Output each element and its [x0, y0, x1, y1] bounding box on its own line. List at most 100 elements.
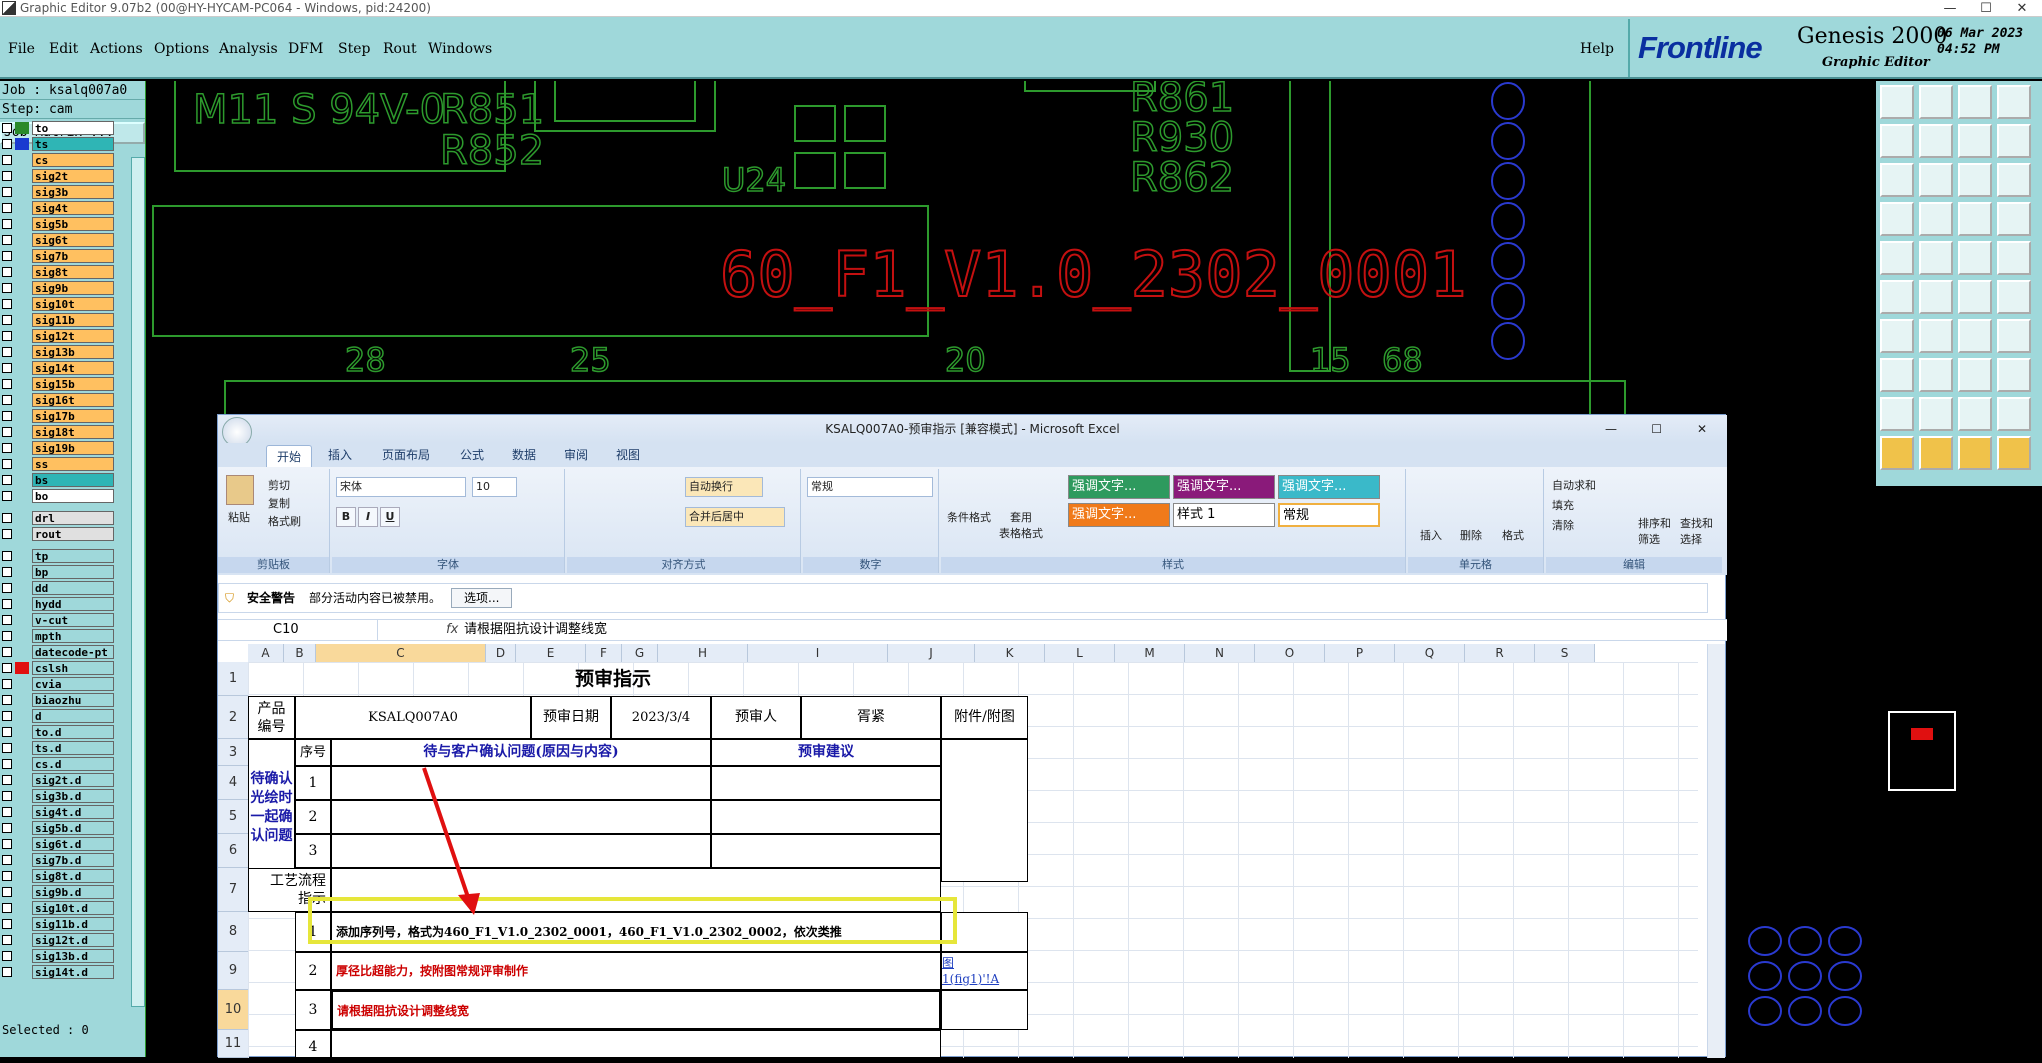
layer-color-swatch[interactable] [15, 758, 29, 770]
tool-button[interactable] [1919, 241, 1953, 275]
layer-name[interactable]: biaozhu [32, 693, 114, 707]
layer-name[interactable]: cvia [32, 677, 114, 691]
tool-button[interactable] [1997, 280, 2031, 314]
tool-button[interactable] [1958, 319, 1992, 353]
layer-row[interactable]: sig14t [0, 361, 130, 375]
layer-row[interactable]: sig16t [0, 393, 130, 407]
layer-name[interactable]: d [32, 709, 114, 723]
layer-checkbox[interactable] [2, 513, 12, 523]
tool-button[interactable] [1880, 280, 1914, 314]
layer-row[interactable]: cvia [0, 677, 130, 691]
minimize-button[interactable]: — [1932, 0, 1968, 17]
layer-row[interactable]: sig13b.d [0, 949, 130, 963]
layer-color-swatch[interactable] [15, 886, 29, 898]
menu-help[interactable]: Help [1580, 41, 1614, 57]
layer-checkbox[interactable] [2, 529, 12, 539]
tool-button[interactable] [1958, 163, 1992, 197]
layer-checkbox[interactable] [2, 743, 12, 753]
layer-scrollbar[interactable] [131, 157, 145, 1007]
menu-step[interactable]: Step [338, 41, 370, 57]
layer-color-swatch[interactable] [15, 550, 29, 562]
layer-color-swatch[interactable] [15, 378, 29, 390]
layer-name[interactable]: sig9b [32, 281, 114, 295]
tool-button[interactable] [1997, 163, 2031, 197]
layer-row[interactable]: ts.d [0, 741, 130, 755]
layer-color-swatch[interactable] [15, 854, 29, 866]
layer-checkbox[interactable] [2, 567, 12, 577]
layer-row[interactable]: sig11b.d [0, 917, 130, 931]
tool-button[interactable] [1880, 202, 1914, 236]
tool-button[interactable] [1997, 85, 2031, 119]
menu-actions[interactable]: Actions [90, 41, 143, 57]
vertical-scrollbar[interactable] [1707, 644, 1725, 1058]
layer-row[interactable]: to.d [0, 725, 130, 739]
layer-color-swatch[interactable] [15, 742, 29, 754]
tool-button[interactable] [1958, 280, 1992, 314]
tool-button[interactable] [1919, 358, 1953, 392]
layer-checkbox[interactable] [2, 123, 12, 133]
menu-options[interactable]: Options [154, 41, 209, 57]
layer-row[interactable]: sig3b.d [0, 789, 130, 803]
layer-checkbox[interactable] [2, 331, 12, 341]
tool-button[interactable] [1919, 319, 1953, 353]
layer-row[interactable]: sig5b.d [0, 821, 130, 835]
tool-button[interactable] [1880, 124, 1914, 158]
tool-button[interactable] [1958, 124, 1992, 158]
layer-name[interactable]: tp [32, 549, 114, 563]
tool-button[interactable] [1919, 85, 1953, 119]
layer-checkbox[interactable] [2, 299, 12, 309]
layer-row[interactable]: bo [0, 489, 130, 503]
tool-button[interactable] [1958, 358, 1992, 392]
layer-name[interactable]: ts [32, 137, 114, 151]
layer-name[interactable]: sig11b.d [32, 917, 114, 931]
layer-name[interactable]: sig10t.d [32, 901, 114, 915]
layer-name[interactable]: sig13b [32, 345, 114, 359]
layer-row[interactable]: rout [0, 527, 130, 541]
layer-name[interactable]: bp [32, 565, 114, 579]
layer-row[interactable]: sig17b [0, 409, 130, 423]
layer-name[interactable]: drl [32, 511, 114, 525]
layer-checkbox[interactable] [2, 379, 12, 389]
layer-row[interactable]: ts [0, 137, 130, 151]
layer-row[interactable]: sig6t.d [0, 837, 130, 851]
layer-checkbox[interactable] [2, 443, 12, 453]
layer-color-swatch[interactable] [15, 966, 29, 978]
layer-row[interactable]: sig9b [0, 281, 130, 295]
layer-checkbox[interactable] [2, 347, 12, 357]
tool-button[interactable] [1880, 319, 1914, 353]
layer-checkbox[interactable] [2, 459, 12, 469]
layer-color-swatch[interactable] [15, 458, 29, 470]
layer-color-swatch[interactable] [15, 790, 29, 802]
layer-name[interactable]: sig2t.d [32, 773, 114, 787]
layer-row[interactable]: sig2t [0, 169, 130, 183]
layer-color-swatch[interactable] [15, 250, 29, 262]
layer-checkbox[interactable] [2, 951, 12, 961]
layer-color-swatch[interactable] [15, 918, 29, 930]
layer-checkbox[interactable] [2, 491, 12, 501]
layer-name[interactable]: v-cut [32, 613, 114, 627]
layer-name[interactable]: sig19b [32, 441, 114, 455]
layer-color-swatch[interactable] [15, 346, 29, 358]
tool-button[interactable] [1880, 85, 1914, 119]
layer-name[interactable]: sig6t [32, 233, 114, 247]
layer-checkbox[interactable] [2, 171, 12, 181]
layer-row[interactable]: sig3b [0, 185, 130, 199]
layer-row[interactable]: sig15b [0, 377, 130, 391]
layer-color-swatch[interactable] [15, 950, 29, 962]
layer-checkbox[interactable] [2, 647, 12, 657]
layer-name[interactable]: sig4t [32, 201, 114, 215]
layer-row[interactable]: hydd [0, 597, 130, 611]
layer-name[interactable]: sig7b [32, 249, 114, 263]
layer-row[interactable]: sig18t [0, 425, 130, 439]
layer-checkbox[interactable] [2, 855, 12, 865]
layer-row[interactable]: datecode-pt [0, 645, 130, 659]
layer-name[interactable]: bo [32, 489, 114, 503]
layer-row[interactable]: d [0, 709, 130, 723]
layer-color-swatch[interactable] [15, 186, 29, 198]
layer-row[interactable]: cs [0, 153, 130, 167]
tool-button[interactable] [1997, 358, 2031, 392]
layer-row[interactable]: drl [0, 511, 130, 525]
layer-name[interactable]: sig16t [32, 393, 114, 407]
tool-button[interactable] [1919, 436, 1953, 470]
layer-checkbox[interactable] [2, 759, 12, 769]
